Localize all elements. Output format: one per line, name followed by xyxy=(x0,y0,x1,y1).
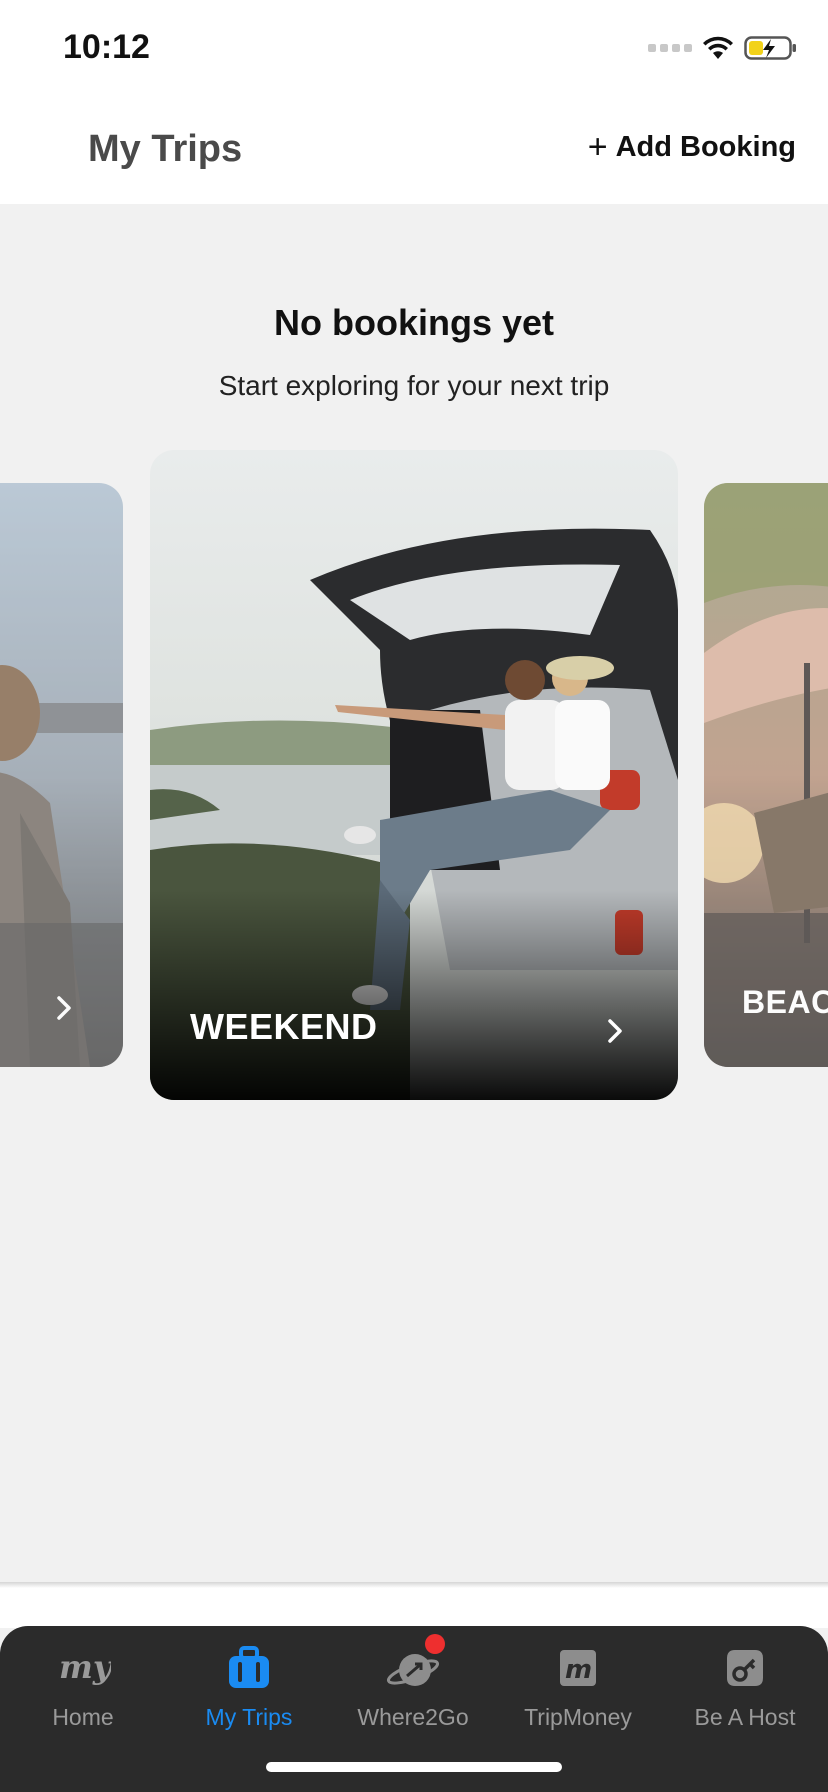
trip-card-image xyxy=(0,483,123,1067)
bottom-tab-bar: my Home My Trips Where2Go m TripMoney Be… xyxy=(0,1626,828,1792)
tab-tripmoney[interactable]: m TripMoney xyxy=(495,1640,661,1750)
globe-plane-icon xyxy=(385,1634,445,1696)
empty-state-title: No bookings yet xyxy=(273,302,555,343)
tab-label: My Trips xyxy=(205,1704,293,1730)
tab-label: TripMoney xyxy=(524,1704,632,1730)
trip-card-previous[interactable] xyxy=(0,483,123,1067)
tab-home[interactable]: my Home xyxy=(0,1640,166,1750)
beach-card-label: BEACH xyxy=(742,984,828,1020)
notification-dot xyxy=(425,1634,445,1654)
cellular-signal-icon xyxy=(648,44,692,52)
battery-charging-icon xyxy=(744,34,798,62)
svg-text:my: my xyxy=(59,1648,111,1686)
weekend-card-label: WEEKEND xyxy=(190,1006,378,1047)
chevron-right-icon xyxy=(608,1019,622,1043)
my-logo-icon: my xyxy=(55,1640,114,1696)
status-icons xyxy=(648,32,798,64)
plus-icon: + xyxy=(587,128,608,166)
tab-where2go[interactable]: Where2Go xyxy=(330,1634,496,1750)
tab-label: Where2Go xyxy=(357,1704,469,1730)
svg-text:m: m xyxy=(565,1655,592,1685)
empty-state-subtitle: Start exploring for your next trip xyxy=(218,370,610,401)
add-booking-label: Add Booking xyxy=(615,130,796,163)
status-time: 10:12 xyxy=(63,28,150,66)
tab-be-a-host[interactable]: Be A Host xyxy=(662,1640,828,1750)
page-header: My Trips + Add Booking xyxy=(0,100,828,204)
weekend-trip-image xyxy=(150,450,678,1100)
page-title: My Trips xyxy=(88,128,243,170)
add-booking-button[interactable]: + Add Booking xyxy=(588,130,796,164)
key-icon xyxy=(717,1640,773,1696)
money-m-icon: m xyxy=(550,1640,606,1696)
trip-card-beach[interactable]: BEACH xyxy=(704,483,828,1067)
status-bar: 10:12 xyxy=(0,0,828,100)
home-indicator[interactable] xyxy=(266,1762,562,1772)
wifi-icon xyxy=(702,35,734,61)
tab-my-trips[interactable]: My Trips xyxy=(166,1640,332,1750)
trip-card-weekend[interactable]: WEEKEND xyxy=(150,450,678,1100)
beach-trip-image xyxy=(704,483,828,1067)
tab-label: Home xyxy=(52,1704,114,1730)
chevron-right-icon xyxy=(57,996,71,1020)
tab-label: Be A Host xyxy=(694,1704,796,1730)
divider-gap xyxy=(0,1588,828,1628)
suitcase-icon xyxy=(221,1640,277,1696)
